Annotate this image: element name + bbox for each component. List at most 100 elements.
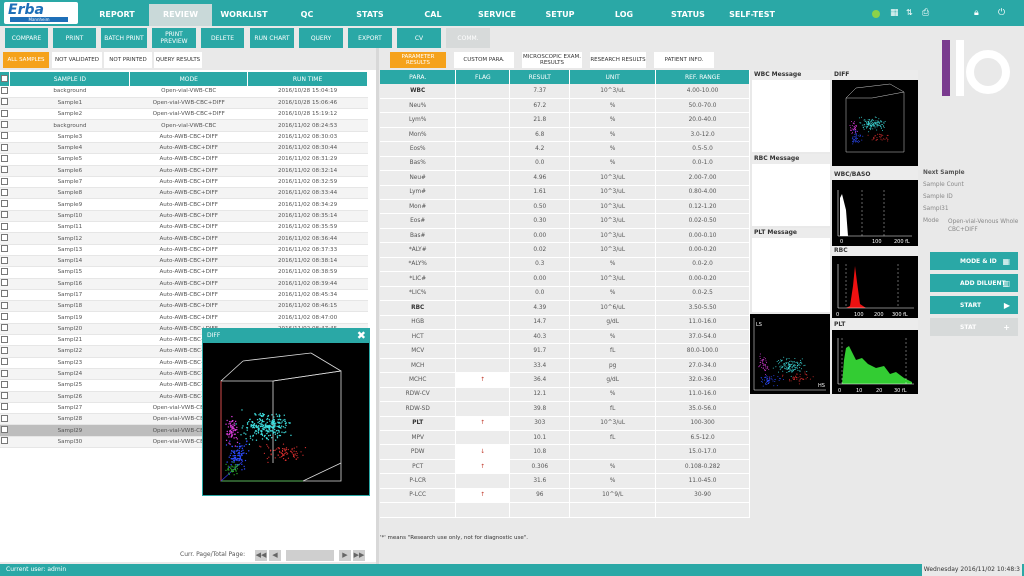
- row-checkbox[interactable]: [1, 234, 9, 241]
- col-mode[interactable]: MODE: [129, 72, 249, 86]
- rbc-plot[interactable]: 0 100 200 300 fL: [832, 256, 918, 318]
- row-checkbox[interactable]: [1, 154, 9, 162]
- nav-review[interactable]: REVIEW: [149, 4, 212, 26]
- table-row[interactable]: Sample9 Auto-AWB-CBC+DIFF 2016/11/02 08:34…: [0, 198, 368, 211]
- delete-button[interactable]: DELETE: [201, 28, 244, 48]
- col-run-time[interactable]: RUN TIME: [247, 72, 368, 86]
- row-checkbox[interactable]: [1, 143, 9, 151]
- reagent-icon[interactable]: ▦: [890, 7, 902, 19]
- tab-not-validated[interactable]: NOT VALIDATED: [52, 52, 102, 68]
- row-checkbox[interactable]: [1, 437, 9, 445]
- compare-button[interactable]: COMPARE: [5, 28, 48, 48]
- row-checkbox-cell[interactable]: [0, 413, 10, 426]
- row-checkbox-cell[interactable]: [0, 86, 10, 98]
- row-checkbox[interactable]: [1, 245, 9, 253]
- row-checkbox[interactable]: [1, 380, 9, 388]
- row-checkbox-cell[interactable]: [0, 266, 10, 279]
- row-checkbox[interactable]: [1, 188, 9, 196]
- col-sample-id[interactable]: SAMPLE ID: [9, 72, 131, 86]
- table-row[interactable]: Sample3 Auto-AWB-CBC+DIFF 2016/11/02 08:30…: [0, 131, 368, 143]
- printer-icon[interactable]: ⎙: [922, 7, 934, 19]
- page-field[interactable]: [286, 550, 334, 561]
- run-chart-button[interactable]: RUN CHART: [250, 28, 294, 48]
- table-row[interactable]: background Open-vial-VWB-CBC 2016/11/02 08…: [0, 119, 368, 132]
- row-checkbox-cell[interactable]: [0, 300, 10, 313]
- table-row[interactable]: Sample5 Auto-AWB-CBC+DIFF 2016/11/02 08:31…: [0, 153, 368, 166]
- row-checkbox[interactable]: [1, 313, 9, 321]
- row-checkbox-cell[interactable]: [0, 210, 10, 223]
- nav-qc[interactable]: QC: [278, 4, 336, 26]
- diff-plot[interactable]: [832, 80, 918, 166]
- row-checkbox-cell[interactable]: [0, 379, 10, 392]
- close-icon[interactable]: ✖: [357, 330, 366, 342]
- row-checkbox-cell[interactable]: [0, 221, 10, 234]
- nav-self-test[interactable]: SELF-TEST: [722, 4, 782, 26]
- row-checkbox[interactable]: [1, 346, 9, 354]
- row-checkbox-cell[interactable]: [0, 278, 10, 290]
- batch-print-button[interactable]: BATCH PRINT: [101, 28, 147, 48]
- select-all-checkbox[interactable]: [1, 74, 9, 82]
- nav-report[interactable]: REPORT: [88, 4, 146, 26]
- row-checkbox[interactable]: [1, 256, 9, 264]
- print-button[interactable]: PRINT: [53, 28, 96, 48]
- table-row[interactable]: background Open-vial-VWB-CBC 2016/10/28 15…: [0, 86, 368, 98]
- row-checkbox[interactable]: [1, 177, 9, 185]
- nav-log[interactable]: LOG: [594, 4, 654, 26]
- table-row[interactable]: Sample8 Auto-AWB-CBC+DIFF 2016/11/02 08:33…: [0, 187, 368, 200]
- row-checkbox[interactable]: [1, 98, 9, 106]
- next-page-button[interactable]: ▶: [339, 550, 351, 561]
- row-checkbox[interactable]: [1, 301, 9, 309]
- row-checkbox[interactable]: [1, 369, 9, 377]
- row-checkbox[interactable]: [1, 403, 9, 411]
- tab-all-samples[interactable]: ALL SAMPLES: [3, 52, 49, 68]
- row-checkbox[interactable]: [1, 290, 9, 298]
- row-checkbox-cell[interactable]: [0, 311, 10, 324]
- table-row[interactable]: Sampl16 Auto-AWB-CBC+DIFF 2016/11/02 08:39…: [0, 278, 368, 290]
- row-checkbox[interactable]: [1, 392, 9, 400]
- row-checkbox[interactable]: [1, 109, 9, 117]
- row-checkbox-cell[interactable]: [0, 436, 10, 449]
- ls-hs-plot[interactable]: LS HS: [750, 314, 830, 394]
- add-diluent-button[interactable]: ADD DILUENT ▥: [930, 274, 1018, 292]
- row-checkbox-cell[interactable]: [0, 97, 10, 110]
- table-row[interactable]: Sampl14 Auto-AWB-CBC+DIFF 2016/11/02 08:38…: [0, 255, 368, 268]
- nav-service[interactable]: SERVICE: [466, 4, 528, 26]
- tab-patient-info[interactable]: PATIENT INFO.: [654, 52, 714, 68]
- table-row[interactable]: Sample1 Open-vial-VWB-CBC+DIFF 2016/10/28 …: [0, 97, 368, 110]
- row-checkbox-cell[interactable]: [0, 368, 10, 381]
- row-checkbox[interactable]: [1, 267, 9, 275]
- nav-status[interactable]: STATUS: [656, 4, 720, 26]
- tab-not-printed[interactable]: NOT PRINTED: [104, 52, 152, 68]
- row-checkbox[interactable]: [1, 200, 9, 208]
- row-checkbox-cell[interactable]: [0, 165, 10, 177]
- table-row[interactable]: Sampl19 Auto-AWB-CBC+DIFF 2016/11/02 08:47…: [0, 311, 368, 324]
- row-checkbox[interactable]: [1, 414, 9, 422]
- first-page-button[interactable]: ◀◀: [255, 550, 267, 561]
- table-row[interactable]: Sample2 Open-vial-VWB-CBC+DIFF 2016/10/28 …: [0, 108, 368, 121]
- row-checkbox-cell[interactable]: [0, 187, 10, 200]
- row-checkbox-cell[interactable]: [0, 142, 10, 155]
- export-button[interactable]: EXPORT: [348, 28, 392, 48]
- row-checkbox-cell[interactable]: [0, 255, 10, 268]
- row-checkbox[interactable]: [1, 222, 9, 230]
- row-checkbox-cell[interactable]: [0, 119, 10, 132]
- table-row[interactable]: Sampl17 Auto-AWB-CBC+DIFF 2016/11/02 08:45…: [0, 289, 368, 302]
- lock-icon[interactable]: 🔒︎: [974, 7, 986, 19]
- row-checkbox-cell[interactable]: [0, 391, 10, 403]
- row-checkbox[interactable]: [1, 86, 9, 94]
- row-checkbox-cell[interactable]: [0, 232, 10, 245]
- table-row[interactable]: Sample6 Auto-AWB-CBC+DIFF 2016/11/02 08:32…: [0, 165, 368, 177]
- table-row[interactable]: Sample7 Auto-AWB-CBC+DIFF 2016/11/02 08:32…: [0, 176, 368, 189]
- row-checkbox-cell[interactable]: [0, 244, 10, 256]
- nav-stats[interactable]: STATS: [340, 4, 400, 26]
- row-checkbox[interactable]: [1, 166, 9, 174]
- row-checkbox[interactable]: [1, 335, 9, 343]
- row-checkbox[interactable]: [1, 358, 9, 366]
- print-preview-button[interactable]: PRINT PREVIEW: [152, 28, 196, 48]
- row-checkbox-cell[interactable]: [0, 108, 10, 121]
- row-checkbox-cell[interactable]: [0, 402, 10, 415]
- table-row[interactable]: Sampl11 Auto-AWB-CBC+DIFF 2016/11/02 08:35…: [0, 221, 368, 234]
- mode-id-button[interactable]: MODE & ID ▦: [930, 252, 1018, 270]
- row-checkbox-cell[interactable]: [0, 357, 10, 369]
- start-button[interactable]: START ▶: [930, 296, 1018, 314]
